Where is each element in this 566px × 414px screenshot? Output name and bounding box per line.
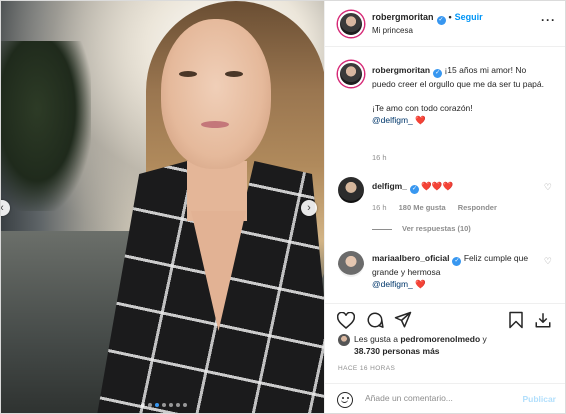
caption-text: robergmoritan ✓ ¡15 años mi amor! No pued…: [372, 64, 544, 126]
comment-meta: 16 h 180 Me gusta Responder: [372, 203, 497, 212]
carousel-dot: [162, 403, 166, 407]
comment-body: ❤️❤️❤️: [421, 181, 454, 191]
carousel-next-button[interactable]: ›: [301, 200, 317, 216]
reply-button[interactable]: Responder: [458, 203, 497, 212]
post-photo[interactable]: ‹ ›: [1, 1, 324, 413]
smile-shape: [341, 399, 348, 403]
follow-button[interactable]: Seguir: [455, 12, 483, 22]
verified-icon: ✓: [409, 185, 419, 194]
photo-eye: [225, 71, 243, 77]
view-replies-label: Ver respuestas (10): [402, 224, 471, 233]
comment-avatar[interactable]: [338, 251, 364, 277]
photo-face: [161, 19, 271, 169]
author-username[interactable]: robergmoritan: [372, 12, 434, 22]
verified-icon: ✓: [433, 69, 443, 78]
post-timestamp[interactable]: HACE 16 HORAS: [338, 365, 395, 372]
photo-eye: [179, 71, 197, 77]
separator-dot: •: [448, 12, 452, 22]
publish-button[interactable]: Publicar: [522, 394, 556, 404]
download-icon[interactable]: [533, 310, 553, 330]
heart-emoji: ❤️: [415, 115, 426, 125]
comment-input[interactable]: [365, 393, 515, 403]
post-side-panel: robergmoritan ✓ • Seguir Mi princesa ··· ro…: [324, 1, 565, 413]
post-location[interactable]: Mi princesa: [372, 26, 413, 35]
replies-line: [372, 228, 392, 230]
heart-emoji: ❤️: [415, 279, 426, 289]
carousel-dot: [141, 403, 145, 407]
caption-mention[interactable]: @delfigm_: [372, 115, 413, 125]
comment-icon[interactable]: [365, 310, 385, 330]
caption-avatar[interactable]: [338, 61, 364, 87]
carousel-dot: [176, 403, 180, 407]
carousel-dot: [169, 403, 173, 407]
likes-connector: y: [482, 334, 487, 344]
comment-username[interactable]: delfigm_: [372, 181, 407, 191]
view-replies-button[interactable]: Ver respuestas (10): [372, 224, 471, 233]
post-header: robergmoritan ✓ • Seguir Mi princesa ···: [325, 1, 565, 47]
carousel-dots: [141, 403, 187, 407]
comment-text: mariaalbero_oficial ✓ Feliz cumple que gr…: [372, 252, 544, 290]
emoji-icon[interactable]: [337, 392, 353, 408]
caption-username[interactable]: robergmoritan: [372, 65, 430, 75]
carousel-dot: [183, 403, 187, 407]
comments-section: robergmoritan ✓ ¡15 años mi amor! No pued…: [325, 48, 565, 303]
caption-time[interactable]: 16 h: [372, 153, 387, 162]
likes-text: Les gusta a pedromorenolmedo y 38.730 pe…: [354, 333, 544, 357]
comment-username[interactable]: mariaalbero_oficial: [372, 253, 449, 263]
more-options-icon[interactable]: ···: [541, 13, 556, 27]
heart-icon[interactable]: [336, 310, 356, 330]
photo-mouth: [201, 121, 229, 128]
bookmark-icon[interactable]: [506, 310, 526, 330]
likes-others[interactable]: 38.730 personas más: [354, 346, 440, 356]
comment-text: delfigm_ ✓ ❤️❤️❤️: [372, 180, 544, 194]
comment-avatar[interactable]: [338, 177, 364, 203]
share-icon[interactable]: [393, 310, 413, 330]
verified-icon: ✓: [436, 16, 446, 25]
comment-like-heart-icon[interactable]: ♡: [544, 256, 552, 267]
verified-icon: ✓: [452, 257, 462, 266]
carousel-dot: [155, 403, 159, 407]
comment-likes[interactable]: 180 Me gusta: [399, 203, 446, 212]
liker-username[interactable]: pedromorenolmedo: [400, 334, 480, 344]
comment-mention[interactable]: @delfigm_: [372, 279, 413, 289]
likes-prefix: Les gusta a: [354, 334, 398, 344]
add-comment-bar: Publicar: [325, 383, 565, 413]
caption-line2: ¡Te amo con todo corazón!: [372, 103, 473, 113]
author-line: robergmoritan ✓ • Seguir: [372, 12, 483, 25]
liker-avatar[interactable]: [338, 334, 350, 346]
instagram-post-view: ‹ › robergmoritan✓•Seguir Mi princesa ··…: [0, 0, 566, 414]
action-bar: [325, 303, 565, 333]
comment-like-heart-icon[interactable]: ♡: [544, 182, 552, 193]
author-avatar[interactable]: [338, 11, 364, 37]
photo-plant: [1, 41, 91, 211]
carousel-dot: [148, 403, 152, 407]
comment-time[interactable]: 16 h: [372, 203, 387, 212]
